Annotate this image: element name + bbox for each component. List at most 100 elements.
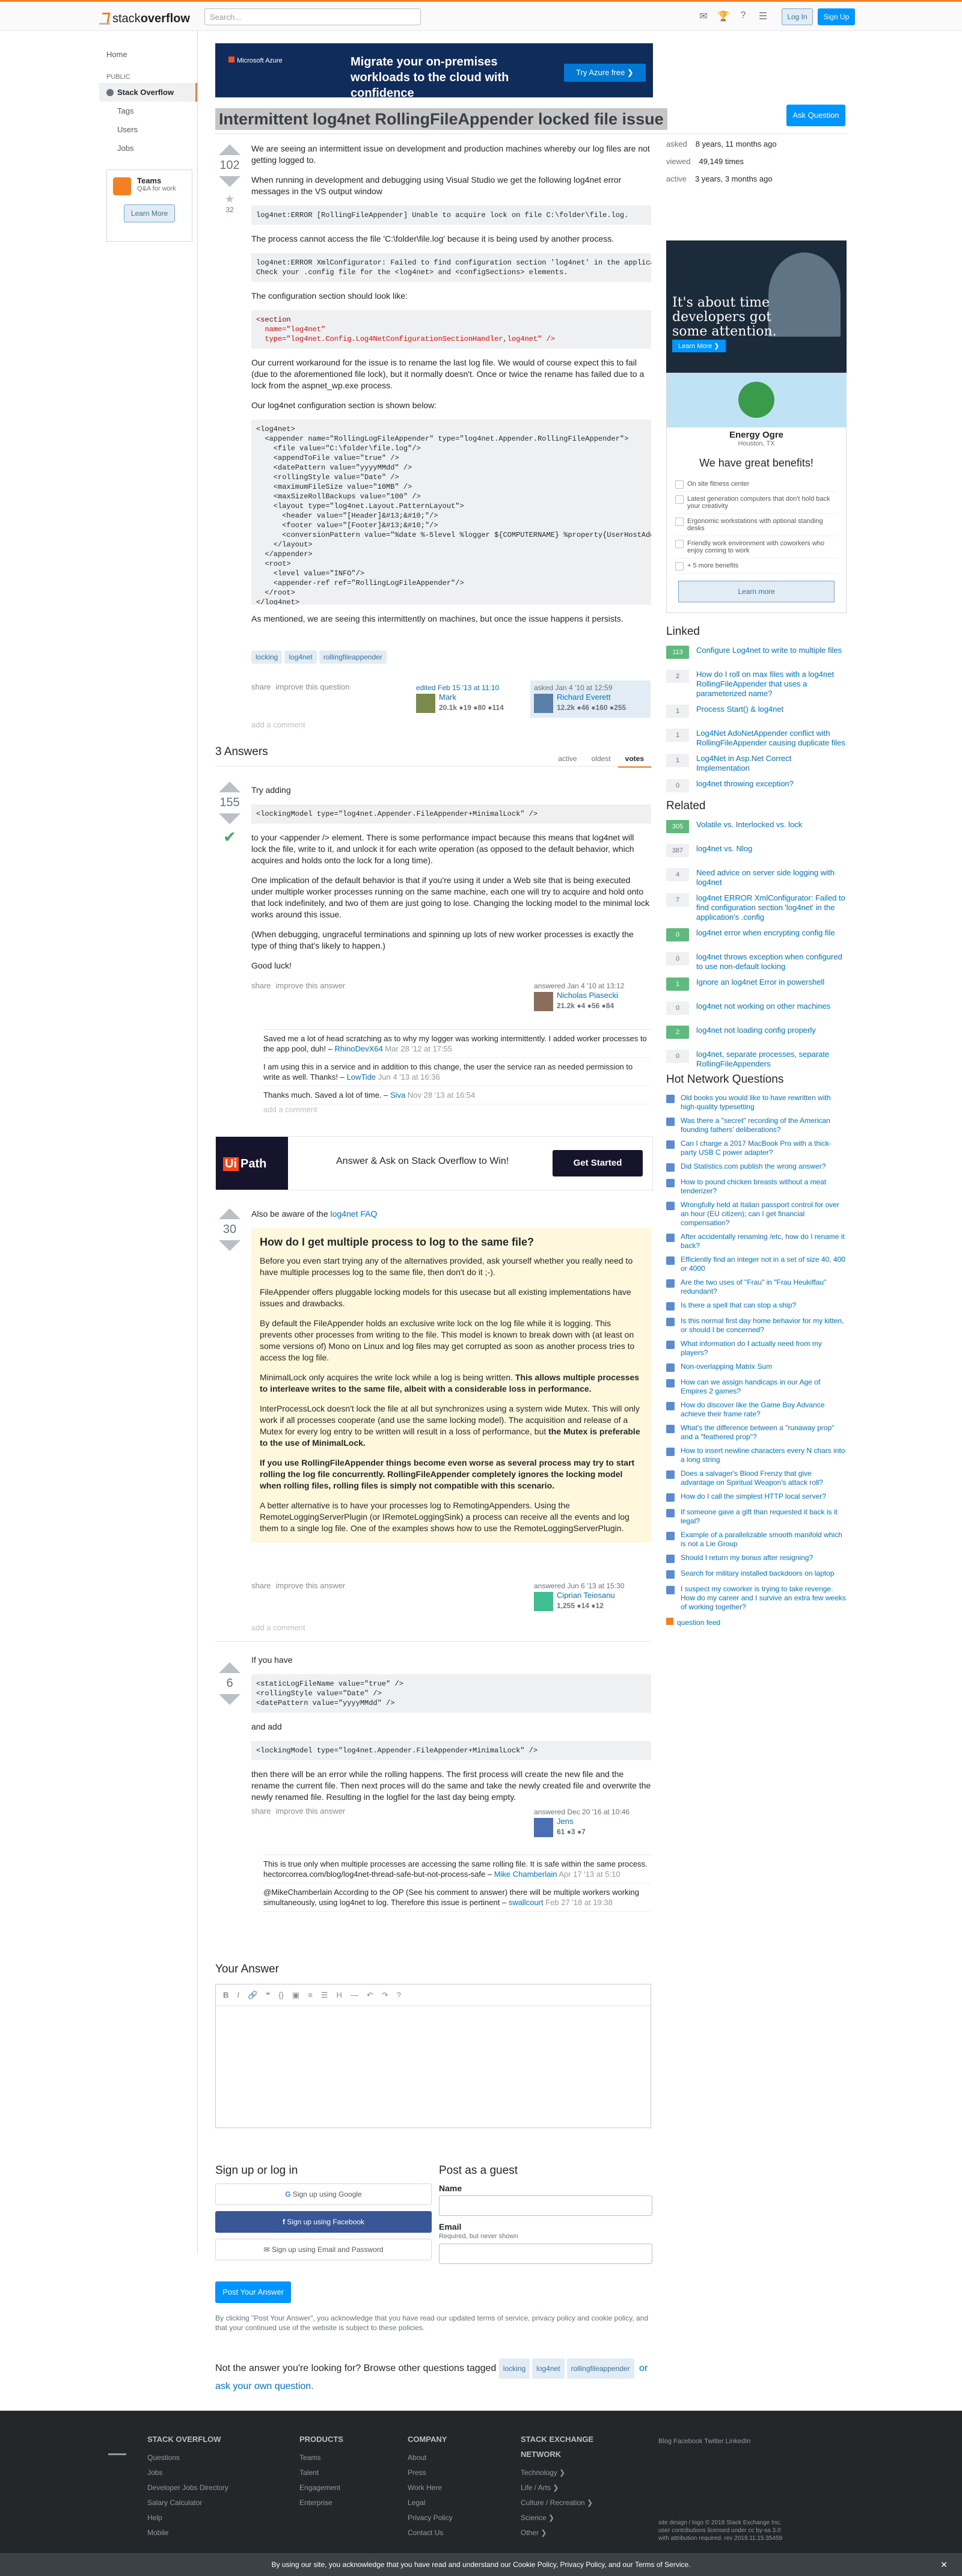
azure-ad-banner[interactable]: Microsoft Azure Migrate your on-premises… bbox=[215, 43, 653, 100]
related-item[interactable]: 2 log4net not loading config properly bbox=[666, 1026, 847, 1044]
comment-user[interactable]: swallcourt bbox=[509, 1898, 544, 1907]
bullet-list-icon[interactable]: ☰ bbox=[321, 1990, 328, 1999]
facebook-signup-button[interactable]: f Sign up using Facebook bbox=[215, 2211, 432, 2233]
hnq-item[interactable]: Can I charge a 2017 MacBook Pro with a t… bbox=[666, 1139, 847, 1157]
downvote-arrow-icon[interactable] bbox=[219, 813, 240, 824]
hnq-item[interactable]: Example of a parallelizable smooth manif… bbox=[666, 1531, 847, 1549]
edited-date[interactable]: edited Feb 15 '13 at 11:10 bbox=[416, 684, 529, 692]
answerer-name[interactable]: Ciprian Teiosanu bbox=[557, 1591, 615, 1600]
favorite-star-icon[interactable]: ★ bbox=[218, 193, 242, 206]
answerer-name[interactable]: Jens bbox=[557, 1817, 573, 1826]
add-comment-link[interactable]: add a comment bbox=[263, 1105, 317, 1114]
hnq-item[interactable]: After accidentally renaming /etc, how do… bbox=[666, 1232, 847, 1250]
footer-link[interactable]: Engagement bbox=[299, 2480, 343, 2495]
related-item[interactable]: 305 Volatile vs. Interlocked vs. lock bbox=[666, 820, 847, 838]
hnq-item[interactable]: Old books you would like to have rewritt… bbox=[666, 1094, 847, 1112]
comment-user[interactable]: LowTide bbox=[346, 1072, 376, 1081]
related-item[interactable]: 1 Ignore an log4net Error in powershell bbox=[666, 977, 847, 996]
add-comment-link[interactable]: add a comment bbox=[251, 720, 305, 729]
related-item[interactable]: 7 log4net ERROR XmlConfigurator: Failed t… bbox=[666, 893, 847, 922]
quote-icon[interactable]: ❝ bbox=[266, 1990, 270, 1999]
undo-icon[interactable]: ↶ bbox=[367, 1990, 373, 1999]
help-icon[interactable]: ? bbox=[397, 1990, 401, 1999]
footer-link[interactable]: Technology ❯ bbox=[521, 2465, 629, 2480]
ad-cta-button[interactable]: Try Azure free ❯ bbox=[564, 64, 646, 82]
inbox-icon[interactable]: ✉ bbox=[697, 10, 709, 22]
upvote-arrow-icon[interactable] bbox=[219, 144, 240, 155]
hnq-item[interactable]: Does a salvager's Blood Frenzy that give… bbox=[666, 1469, 847, 1487]
footer-link[interactable]: Mobile bbox=[147, 2526, 228, 2541]
avatar[interactable] bbox=[416, 694, 435, 713]
footer-link[interactable]: Legal bbox=[408, 2495, 453, 2510]
upvote-arrow-icon[interactable] bbox=[219, 782, 240, 792]
footer-social-links[interactable]: Blog Facebook Twitter LinkedIn bbox=[658, 2438, 750, 2445]
footer-link[interactable]: Help bbox=[147, 2510, 228, 2526]
share-link[interactable]: share bbox=[251, 981, 271, 990]
close-icon[interactable]: ✕ bbox=[940, 2553, 948, 2576]
hnq-item[interactable]: How to pound chicken breasts without a m… bbox=[666, 1178, 847, 1196]
avatar[interactable] bbox=[534, 1592, 553, 1611]
footer-link[interactable]: Developer Jobs Directory bbox=[147, 2480, 228, 2495]
job-learn-more-button[interactable]: Learn more bbox=[678, 581, 835, 602]
hnq-item[interactable]: Is there a spell that can stop a ship? bbox=[666, 1301, 847, 1312]
answer-editor[interactable]: B I 🔗 ❝ {} ▣ ≡ ☰ H — ↶ ↷? bbox=[215, 1984, 651, 2128]
linked-item[interactable]: 1 Process Start() & log4net bbox=[666, 705, 847, 723]
heading-icon[interactable]: H bbox=[336, 1990, 342, 1999]
comment-user[interactable]: RhinoDevX64 bbox=[335, 1044, 383, 1053]
footer-link[interactable]: Work Here bbox=[408, 2480, 453, 2495]
footer-link[interactable]: Salary Calculator bbox=[147, 2495, 228, 2510]
signup-button[interactable]: Sign Up bbox=[818, 8, 855, 25]
linked-item[interactable]: 0 log4net throwing exception? bbox=[666, 779, 847, 797]
hnq-item[interactable]: How do I call the simplest HTTP local se… bbox=[666, 1492, 847, 1503]
avatar[interactable] bbox=[534, 1818, 553, 1837]
hr-icon[interactable]: — bbox=[351, 1990, 358, 1999]
footer-link[interactable]: Enterprise bbox=[299, 2495, 343, 2510]
upvote-arrow-icon[interactable] bbox=[219, 1208, 240, 1219]
footer-link[interactable]: Science ❯ bbox=[521, 2510, 629, 2526]
related-item[interactable]: 387 log4net vs. Nlog bbox=[666, 844, 847, 862]
tag-rollingfileappender[interactable]: rollingfileappender bbox=[566, 2358, 634, 2379]
hnq-item[interactable]: How to insert newline characters every N… bbox=[666, 1446, 847, 1464]
sidebar-ad[interactable]: It's about time developers got some atte… bbox=[666, 240, 847, 391]
search-input[interactable]: Search... bbox=[204, 8, 421, 25]
link-icon[interactable]: 🔗 bbox=[248, 1990, 257, 1999]
footer-link[interactable]: Teams bbox=[299, 2450, 343, 2465]
linked-item[interactable]: 113 Configure Log4net to write to multipl… bbox=[666, 646, 847, 664]
related-item[interactable]: 0 log4net error when encrypting config fi… bbox=[666, 928, 847, 946]
nav-users[interactable]: Users bbox=[99, 120, 197, 139]
footer-link[interactable]: Questions bbox=[147, 2450, 228, 2465]
bold-icon[interactable]: B bbox=[223, 1990, 228, 1999]
hnq-item[interactable]: Is this normal first day home behavior f… bbox=[666, 1317, 847, 1335]
faq-link[interactable]: log4net FAQ bbox=[331, 1209, 378, 1219]
hnq-item[interactable]: Should I return my bonus after resigning… bbox=[666, 1553, 847, 1564]
uipath-ad-banner[interactable]: Path Answer & Ask on Stack Overflow to W… bbox=[215, 1136, 653, 1190]
company-name[interactable]: Energy Ogre bbox=[667, 430, 846, 440]
downvote-arrow-icon[interactable] bbox=[219, 176, 240, 187]
share-link[interactable]: share bbox=[251, 1581, 271, 1590]
linked-item[interactable]: 1 Log4Net in Asp.Net Correct Implementati… bbox=[666, 754, 847, 773]
comment-user[interactable]: Siva bbox=[390, 1091, 405, 1100]
related-item[interactable]: 0 log4net, separate processes, separate R… bbox=[666, 1050, 847, 1069]
footer-link[interactable]: About bbox=[408, 2450, 453, 2465]
tag-log4net[interactable]: log4net bbox=[532, 2358, 565, 2379]
tag-locking[interactable]: locking bbox=[498, 2358, 530, 2379]
avatar[interactable] bbox=[534, 992, 553, 1011]
footer-link[interactable]: Press bbox=[408, 2465, 453, 2480]
email-field[interactable] bbox=[439, 2244, 652, 2264]
hnq-item[interactable]: Search for military installed backdoors … bbox=[666, 1569, 847, 1580]
add-comment-link[interactable]: add a comment bbox=[251, 1623, 305, 1632]
linked-item[interactable]: 2 How do I roll on max files with a log4n… bbox=[666, 670, 847, 699]
ad-cta-button[interactable]: Get Started bbox=[553, 1150, 643, 1176]
share-link[interactable]: share bbox=[251, 682, 271, 691]
tab-votes[interactable]: votes bbox=[617, 751, 651, 768]
tag-rollingfileappender[interactable]: rollingfileappender bbox=[319, 650, 387, 664]
nav-tags[interactable]: Tags bbox=[99, 102, 197, 120]
footer-logo-icon[interactable] bbox=[108, 2434, 126, 2455]
linked-item[interactable]: 1 Log4Net AdoNetAppender conflict with Ro… bbox=[666, 729, 847, 748]
email-signup-button[interactable]: ✉ Sign up using Email and Password bbox=[215, 2239, 432, 2260]
hnq-item[interactable]: How can we assign handicaps in our Age o… bbox=[666, 1378, 847, 1396]
hnq-item[interactable]: What's the difference between a "runaway… bbox=[666, 1424, 847, 1442]
teams-learn-more-button[interactable]: Learn More bbox=[124, 204, 175, 222]
footer-link[interactable]: Other ❯ bbox=[521, 2526, 629, 2541]
redo-icon[interactable]: ↷ bbox=[382, 1990, 388, 1999]
